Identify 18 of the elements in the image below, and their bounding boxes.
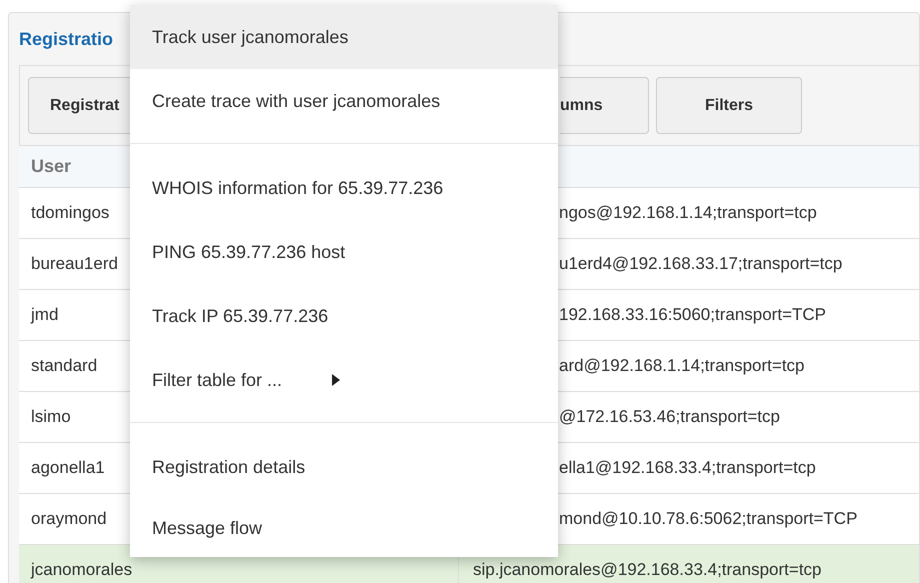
panel-title: Registratio	[19, 28, 114, 51]
table-cell-text: standard	[31, 355, 98, 378]
table-cell-text: mond@10.10.78.6:5062;transport=TCP	[559, 508, 858, 530]
table-cell-text: @172.16.53.46;transport=tcp	[559, 406, 780, 428]
table-cell-text: ella1@192.168.33.4;transport=tcp	[559, 457, 816, 480]
table-cell-text: sip.jcanomorales@192.168.33.4;transport=tcp	[473, 559, 822, 582]
table-cell-text: ngos@192.168.1.14;transport=tcp	[559, 202, 817, 224]
table-cell-text: u1erd4@192.168.33.17;transport=tcp	[559, 253, 842, 276]
table-cell-text: jmd	[31, 304, 58, 326]
column-header: User	[30, 155, 72, 178]
table-cell-text: bureau1erd	[31, 253, 118, 276]
table-cell-text: jcanomorales	[31, 559, 132, 582]
table-cell-text: 192.168.33.16:5060;transport=TCP	[559, 304, 826, 326]
table-cell-text: lsimo	[31, 406, 71, 428]
table-cell-text: oraymond	[31, 508, 107, 530]
table-cell-text: ard@192.168.1.14;transport=tcp	[559, 355, 805, 378]
table-cell-text: agonella1	[31, 457, 105, 480]
table-cell-text: tdomingos	[31, 202, 110, 224]
